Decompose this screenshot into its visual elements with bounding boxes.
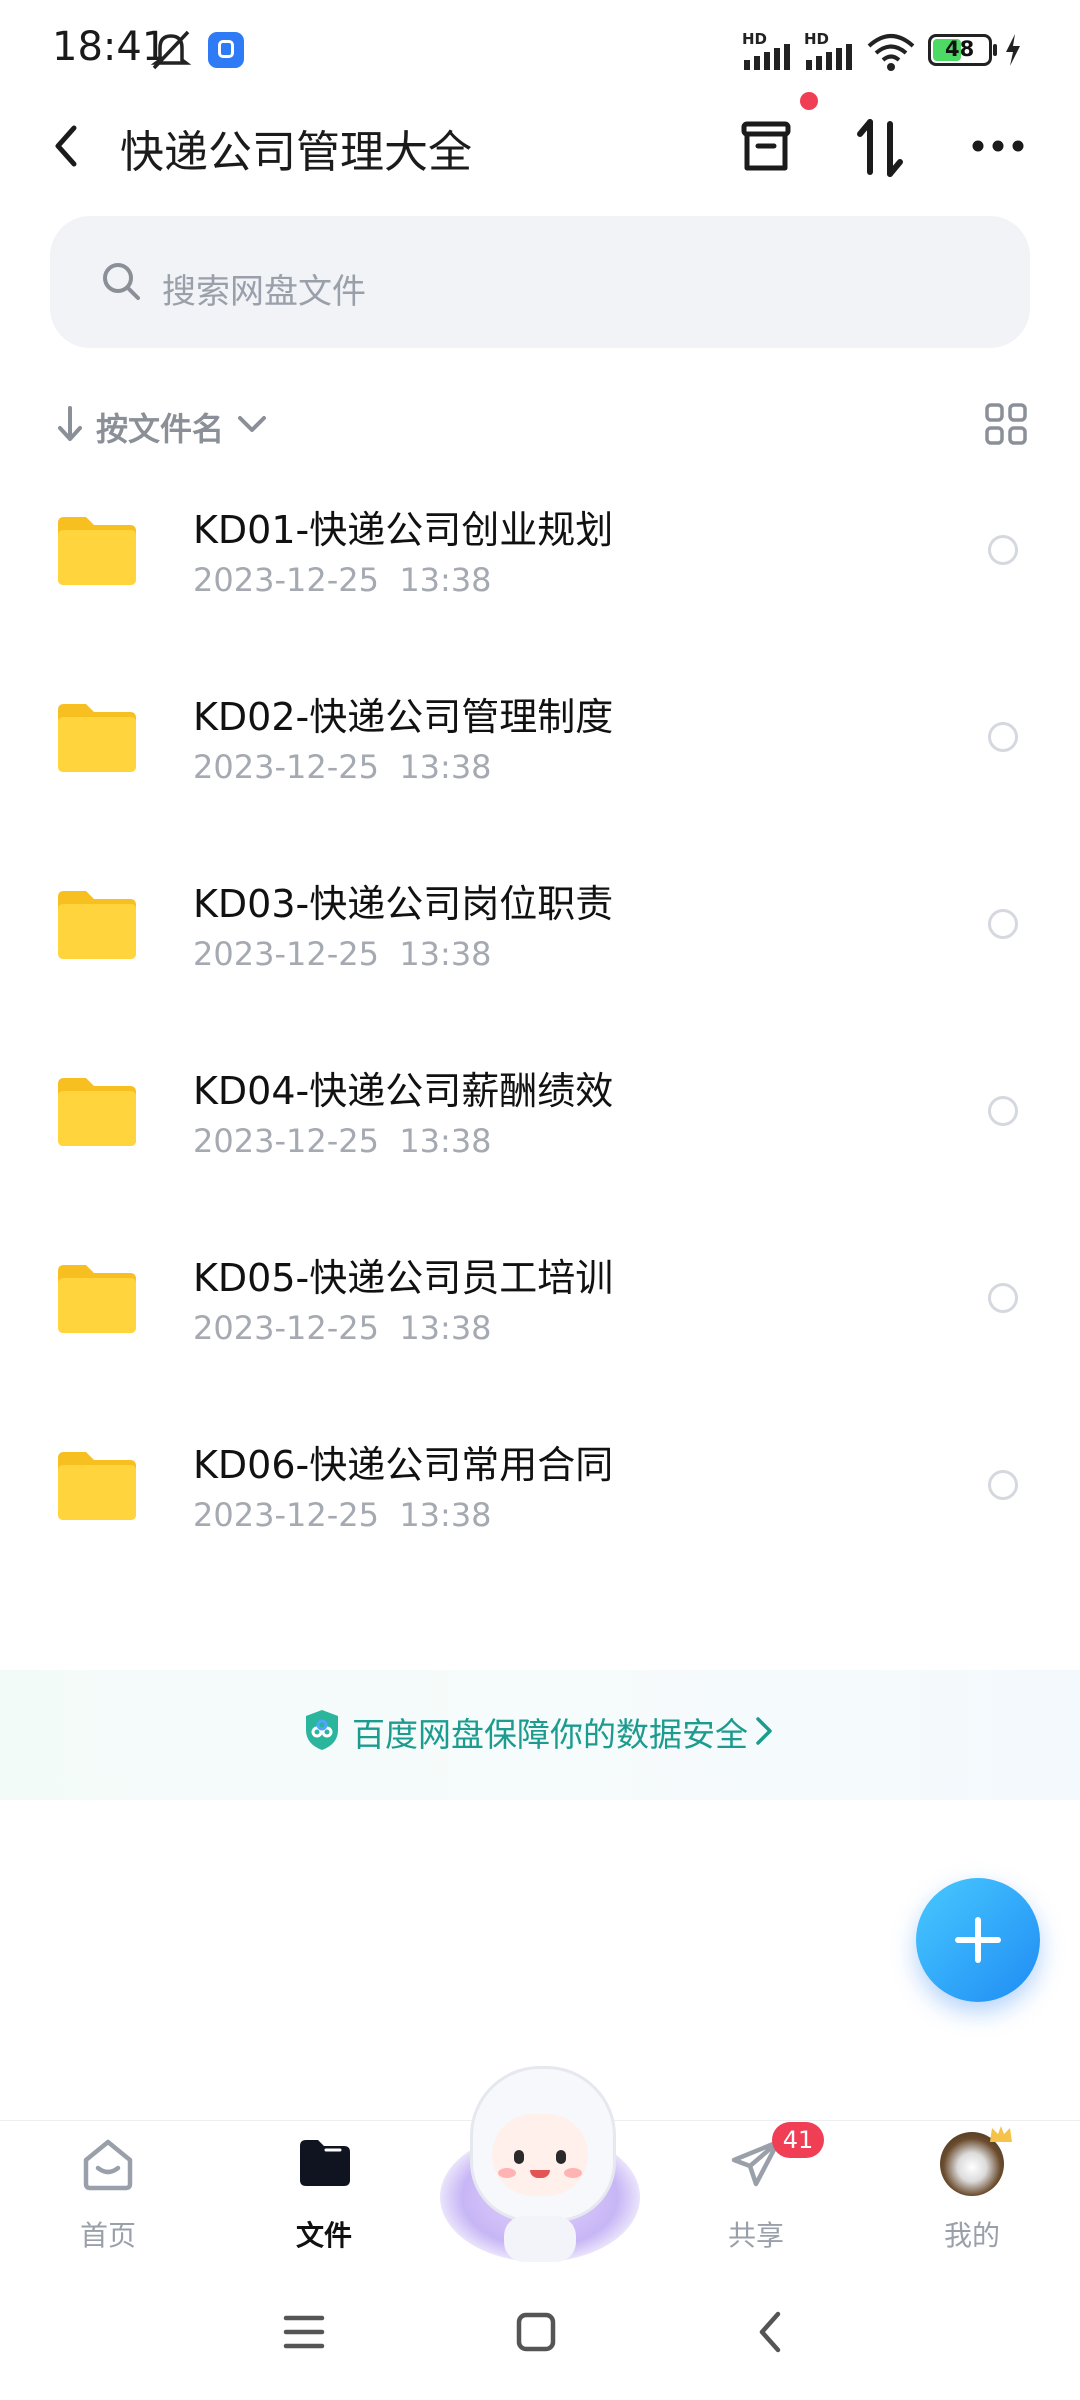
file-date: 2023-12-25 13:38 [193, 561, 492, 599]
file-name: KD02-快递公司管理制度 [193, 695, 614, 739]
select-checkbox[interactable] [988, 1096, 1018, 1126]
search-input[interactable]: 搜索网盘文件 [162, 264, 366, 313]
list-item[interactable]: KD02-快递公司管理制度 2023-12-25 13:38 [0, 644, 1080, 831]
file-date: 2023-12-25 13:38 [193, 1309, 492, 1347]
chevron-right-icon[interactable] [752, 1714, 776, 1748]
file-date: 2023-12-25 13:38 [193, 935, 492, 973]
list-item[interactable]: KD01-快递公司创业规划 2023-12-25 13:38 [0, 457, 1080, 644]
home-square-icon[interactable] [514, 2310, 558, 2354]
add-button[interactable] [916, 1878, 1040, 2002]
transfer-list-icon[interactable] [736, 116, 796, 176]
file-name: KD04-快递公司薪酬绩效 [193, 1069, 614, 1113]
select-checkbox[interactable] [988, 535, 1018, 565]
crown-icon [990, 2126, 1012, 2142]
folder-icon [58, 1452, 136, 1520]
select-checkbox[interactable] [988, 909, 1018, 939]
app-notification-icon [208, 32, 244, 68]
file-name: KD06-快递公司常用合同 [193, 1443, 614, 1487]
file-date: 2023-12-25 13:38 [193, 748, 492, 786]
folder-icon [58, 1078, 136, 1146]
select-checkbox[interactable] [988, 1470, 1018, 1500]
nav-label-home: 首页 [79, 2219, 136, 2252]
folder-icon [58, 517, 136, 585]
nav-label-files: 文件 [295, 2219, 352, 2252]
shield-icon [306, 1710, 338, 1750]
plus-icon [955, 1917, 1001, 1963]
charging-icon [1006, 34, 1020, 66]
list-item[interactable]: KD03-快递公司岗位职责 2023-12-25 13:38 [0, 831, 1080, 1018]
nav-item-files[interactable]: 文件 [264, 2130, 384, 2260]
mascot-assistant[interactable] [440, 2066, 640, 2266]
battery-level: 48 [945, 37, 975, 61]
mute-bell-icon [150, 30, 192, 70]
file-name: KD03-快递公司岗位职责 [193, 882, 614, 926]
file-date: 2023-12-25 13:38 [193, 1122, 492, 1160]
nav-label-share: 共享 [727, 2219, 784, 2252]
wifi-icon [867, 34, 915, 71]
folder-icon [300, 2140, 350, 2186]
battery-tip [993, 44, 997, 56]
share-badge: 41 [772, 2122, 824, 2158]
sort-swap-icon[interactable] [852, 116, 908, 180]
chevron-down-icon[interactable] [236, 410, 268, 438]
sort-by-button[interactable]: 按文件名 [96, 404, 224, 450]
grid-view-icon[interactable] [984, 402, 1028, 446]
home-icon [83, 2139, 133, 2191]
signal-strength-icon [806, 44, 852, 70]
search-icon [103, 263, 140, 300]
list-item[interactable]: KD05-快递公司员工培训 2023-12-25 13:38 [0, 1205, 1080, 1392]
folder-icon [58, 891, 136, 959]
back-icon[interactable] [46, 118, 86, 174]
folder-icon [58, 704, 136, 772]
page-title: 快递公司管理大全 [120, 127, 472, 178]
select-checkbox[interactable] [988, 1283, 1018, 1313]
sort-direction-icon[interactable] [56, 404, 84, 444]
menu-icon[interactable] [280, 2310, 328, 2354]
nav-item-mine[interactable]: 我的 [912, 2126, 1032, 2260]
status-bar: 18:41 HD HD 48 [0, 0, 1080, 104]
list-item[interactable]: KD06-快递公司常用合同 2023-12-25 13:38 [0, 1392, 1080, 1579]
list-item[interactable]: KD04-快递公司薪酬绩效 2023-12-25 13:38 [0, 1018, 1080, 1205]
signal-strength-icon [744, 44, 790, 70]
select-checkbox[interactable] [988, 722, 1018, 752]
file-name: KD05-快递公司员工培训 [193, 1256, 614, 1300]
notification-dot [800, 92, 818, 110]
nav-item-home[interactable]: 首页 [48, 2130, 168, 2260]
file-date: 2023-12-25 13:38 [193, 1496, 492, 1534]
more-options-icon[interactable] [968, 128, 1028, 164]
file-name: KD01-快递公司创业规划 [193, 508, 614, 552]
battery-icon: 48 [928, 34, 992, 66]
security-banner-text[interactable]: 百度网盘保障你的数据安全 [352, 1708, 748, 1756]
system-back-icon[interactable] [752, 2308, 788, 2356]
nav-label-mine: 我的 [943, 2219, 1000, 2252]
folder-icon [58, 1265, 136, 1333]
